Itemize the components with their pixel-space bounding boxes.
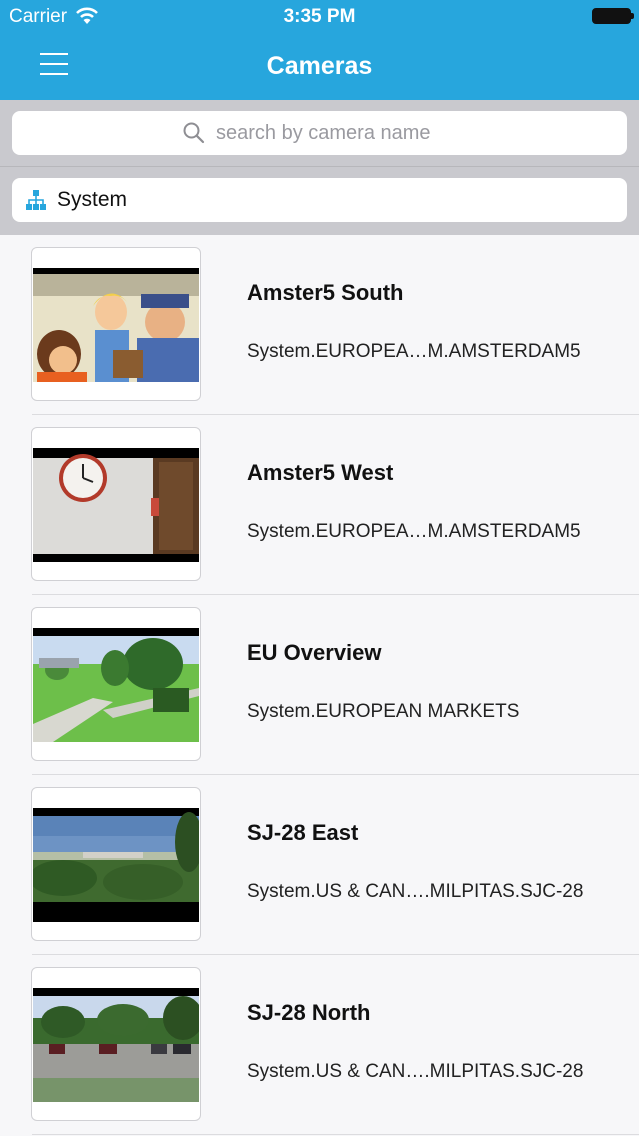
camera-thumbnail [31, 607, 201, 761]
camera-row-amster5-west[interactable]: Amster5 West System.EUROPEA…M.AMSTERDAM5 [0, 415, 639, 595]
office-wall-clock-image [33, 448, 199, 562]
camera-name: SJ-28 North [247, 1000, 371, 1025]
filter-label: System [57, 188, 128, 211]
camera-path: System.EUROPEAN MARKETS [247, 701, 520, 722]
page-title: Cameras [266, 52, 373, 80]
camera-name: EU Overview [247, 640, 382, 665]
camera-thumbnail [31, 247, 201, 401]
camera-thumbnail [31, 427, 201, 581]
camera-thumbnail [31, 967, 201, 1121]
camera-path: System.US & CAN….MILPITAS.SJC-28 [247, 881, 584, 902]
status-time: 3:35 PM [283, 6, 356, 27]
camera-path: System.EUROPEA…M.AMSTERDAM5 [247, 521, 581, 542]
camera-path: System.US & CAN….MILPITAS.SJC-28 [247, 1061, 584, 1082]
camera-thumbnail [31, 787, 201, 941]
search-field[interactable] [12, 111, 627, 155]
nav-header: Carrier 3:35 PM Cameras [0, 0, 639, 100]
system-filter-button[interactable]: System [12, 178, 627, 222]
camera-name: SJ-28 East [247, 820, 359, 845]
camera-path: System.EUROPEA…M.AMSTERDAM5 [247, 341, 581, 362]
camera-list: Amster5 South System.EUROPEA…M.AMSTERDAM… [0, 235, 639, 1135]
cartoon-scene-image [33, 268, 199, 382]
battery-icon [592, 8, 634, 24]
camera-row-amster5-south[interactable]: Amster5 South System.EUROPEA…M.AMSTERDAM… [0, 235, 639, 415]
system-filter-bar: System [0, 167, 639, 235]
search-input[interactable] [216, 118, 596, 148]
camera-name: Amster5 South [247, 280, 404, 305]
camera-row-sj-28-north[interactable]: SJ-28 North System.US & CAN….MILPITAS.SJ… [0, 955, 639, 1135]
camera-name: Amster5 West [247, 460, 394, 485]
parking-lot-image [33, 988, 199, 1102]
camera-row-eu-overview[interactable]: EU Overview System.EUROPEAN MARKETS [0, 595, 639, 775]
camera-row-sj-28-east[interactable]: SJ-28 East System.US & CAN….MILPITAS.SJC… [0, 775, 639, 955]
campus-lawn-image [33, 628, 199, 742]
trees-and-sky-image [33, 808, 199, 922]
status-bar: Carrier 3:35 PM [0, 0, 639, 34]
hierarchy-tree-icon [26, 190, 46, 210]
search-bar [0, 100, 639, 167]
search-icon [183, 122, 205, 144]
